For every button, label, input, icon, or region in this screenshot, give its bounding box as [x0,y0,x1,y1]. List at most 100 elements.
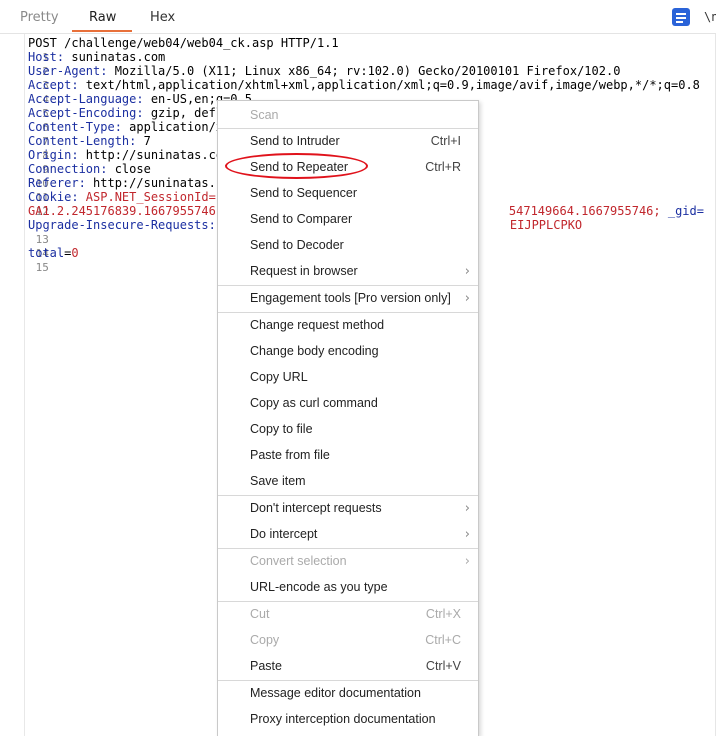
newline-toggle-button[interactable]: \n [704,10,716,24]
header-name: Content-Type: [28,120,122,134]
menu-item-label: Change request method [250,318,385,332]
menu-item-label: Paste [250,659,282,673]
header-value: http://suninatas.co [78,148,224,162]
shortcut-label: Ctrl+I [430,134,461,148]
menu-item-change-request-method[interactable]: Change request method [218,313,478,339]
menu-item-label: Send to Repeater [250,160,348,174]
menu-item-label: Convert selection [250,554,347,568]
menu-item-send-to-decoder[interactable]: Send to Decoder [218,233,478,259]
menu-item-label: Cut [250,607,270,621]
header-name: Host: [28,50,65,64]
header-value: Mozilla/5.0 (X11; Linux x86_64; rv:102.0… [107,64,621,78]
menu-item-label: Scan [250,108,279,122]
menu-item-copy-url[interactable]: Copy URL [218,365,478,391]
menu-item-copy: Copy Ctrl+C [218,628,478,654]
menu-item-send-to-intruder[interactable]: Send to Intruder Ctrl+I [218,129,478,155]
chevron-right-icon: › [464,264,470,279]
header-line: 3 User-Agent: Mozilla/5.0 (X11; Linux x8… [0,64,620,92]
tab-raw[interactable]: Raw [89,10,116,25]
tab-pretty[interactable]: Pretty [20,10,59,25]
menu-item-do-intercept[interactable]: Do intercept › [218,522,478,548]
active-tab-indicator [72,30,132,32]
cookie-line: 12 Cookie: ASP.NET_SessionId=p [0,190,223,218]
header-value: application/x [121,120,224,134]
body-line: 15 total=0 [0,246,79,274]
menu-item-label: Send to Intruder [250,134,340,148]
menu-item-paste-from-file[interactable]: Paste from file [218,443,478,469]
message-actions-icon[interactable] [672,8,690,26]
header-name: Accept: [28,78,79,92]
menu-item-send-to-repeater[interactable]: Send to Repeater Ctrl+R [218,155,478,181]
header-name: Cookie: [28,190,79,204]
menu-item-label: Do intercept [250,527,318,541]
header-line: 11 Referer: http://suninatas.c [0,176,223,204]
header-name: Content-Length: [28,134,137,148]
empty-line: 14 [0,232,49,260]
shortcut-label: Ctrl+X [425,607,461,621]
menu-item-label: Copy URL [250,370,308,384]
header-name: Accept-Language: [28,92,144,106]
header-line: 13 Upgrade-Insecure-Requests: [0,218,216,246]
header-line: 7 Content-Type: application/x [0,120,223,148]
menu-item-change-body-encoding[interactable]: Change body encoding [218,339,478,365]
menu-item-send-to-sequencer[interactable]: Send to Sequencer [218,181,478,207]
chevron-right-icon: › [464,554,470,569]
menu-item-engagement-tools[interactable]: Engagement tools [Pro version only] › [218,286,478,312]
message-tab-bar: Pretty Raw Hex \n [0,0,716,33]
header-line: 6 Accept-Encoding: gzip, defl [0,106,223,134]
menu-item-cut: Cut Ctrl+X [218,602,478,628]
cookie-line-tail: 547149664.1667955746; _gid= [480,190,704,218]
menu-item-convert-selection: Convert selection › [218,549,478,575]
header-name: User-Agent: [28,64,108,78]
header-line: 10 Connection: close [0,162,151,190]
context-menu: Scan Send to Intruder Ctrl+I Send to Repe… [217,100,479,736]
header-name: Connection: [28,162,108,176]
param-name: total [28,246,65,260]
chevron-right-icon: › [464,291,470,306]
menu-item-proxy-docs[interactable]: Proxy interception documentation [218,707,478,733]
header-value: http://suninatas.c [85,176,224,190]
header-line: 8 Content-Length: 7 [0,134,151,162]
menu-item-label: Paste from file [250,448,330,462]
menu-item-send-to-comparer[interactable]: Send to Comparer [218,207,478,233]
menu-item-label: Don't intercept requests [250,501,382,515]
menu-item-request-in-browser[interactable]: Request in browser › [218,259,478,285]
menu-item-label: Copy [250,633,280,647]
line-number: 15 [35,261,49,274]
menu-item-url-encode[interactable]: URL-encode as you type [218,575,478,601]
menu-item-label: Save item [250,474,306,488]
menu-item-paste[interactable]: Paste Ctrl+V [218,654,478,680]
header-name: Upgrade-Insecure-Requests: [28,218,216,232]
menu-item-label: Message editor documentation [250,686,421,700]
menu-item-label: Copy to file [250,422,313,436]
cookie-line-wrap-tail: EIJPPLCPKO [481,204,582,232]
header-value: close [107,162,151,176]
chevron-right-icon: › [464,501,470,516]
menu-item-label: URL-encode as you type [250,580,388,594]
menu-item-label: Engagement tools [Pro version only] [250,291,451,305]
param-value: 0 [71,246,79,260]
header-value: suninatas.com [64,50,166,64]
shortcut-label: Ctrl+V [425,659,461,673]
tab-hex[interactable]: Hex [150,10,175,25]
cookie-value: ASP.NET_SessionId=p [78,190,224,204]
request-line: 1 POST /challenge/web04/web04_ck.asp HTT… [0,36,339,64]
cookie-line-wrap: GA1.2.245176839.1667955746; [0,204,223,218]
header-line: 9 Origin: http://suninatas.co [0,148,223,176]
cookie-value: EIJPPLCPKO [509,218,583,232]
menu-item-scan: Scan [218,103,478,129]
menu-item-label: Proxy interception documentation [250,712,436,726]
menu-item-copy-to-file[interactable]: Copy to file [218,417,478,443]
menu-item-copy-as-curl[interactable]: Copy as curl command [218,391,478,417]
menu-item-save-item[interactable]: Save item [218,469,478,495]
cookie-name: _gid= [660,204,704,218]
menu-item-label: Change body encoding [250,344,379,358]
header-line: 2 Host: suninatas.com [0,50,165,78]
menu-item-label: Copy as curl command [250,396,378,410]
menu-item-message-editor-docs[interactable]: Message editor documentation [218,681,478,707]
menu-item-label: Send to Decoder [250,238,344,252]
header-line: 4 Accept: text/html,application/xhtml+xm… [0,78,700,106]
shortcut-label: Ctrl+R [425,160,461,174]
header-name: Accept-Encoding: [28,106,144,120]
menu-item-dont-intercept[interactable]: Don't intercept requests › [218,496,478,522]
